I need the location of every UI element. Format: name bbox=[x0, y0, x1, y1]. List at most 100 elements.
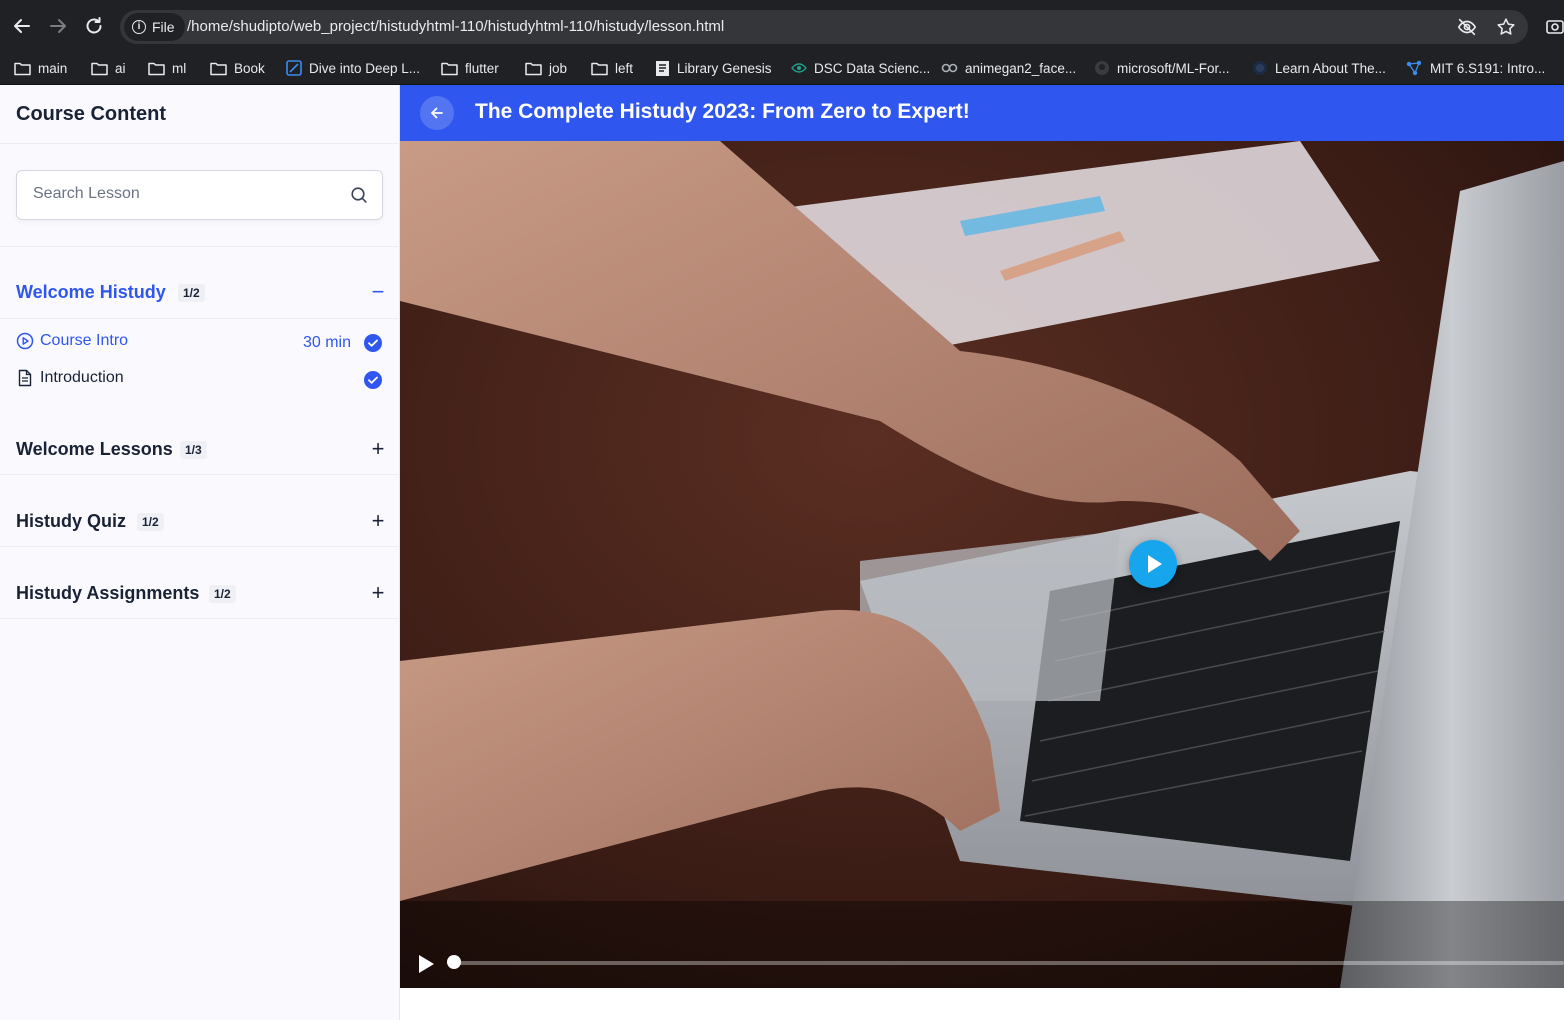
d2l-icon bbox=[286, 60, 302, 76]
bookmark-label: Book bbox=[234, 60, 265, 76]
network-icon bbox=[1406, 60, 1422, 76]
divider bbox=[0, 318, 400, 319]
bookmark-label: Learn About The... bbox=[1275, 60, 1386, 76]
bookmark-ai[interactable]: ai bbox=[91, 56, 126, 80]
bookmark-label: flutter bbox=[465, 60, 499, 76]
section-title: Histudy Quiz bbox=[16, 510, 127, 531]
bookmark-microsoft-ml[interactable]: microsoft/ML-For... bbox=[1094, 56, 1230, 80]
section-header-welcome-lessons[interactable]: Welcome Lessons 1/3 + bbox=[0, 429, 400, 469]
video-progress-handle[interactable] bbox=[447, 955, 461, 969]
star-icon[interactable] bbox=[1495, 16, 1517, 38]
bookmark-label: microsoft/ML-For... bbox=[1117, 60, 1230, 76]
bookmark-label: Library Genesis bbox=[677, 60, 772, 76]
folder-icon bbox=[148, 62, 165, 75]
bookmark-label: left bbox=[615, 60, 634, 76]
bookmark-label: job bbox=[549, 60, 568, 76]
section-header-histudy-assignments[interactable]: Histudy Assignments 1/2 + bbox=[0, 573, 400, 613]
play-circle-icon bbox=[16, 332, 34, 350]
address-bar[interactable]: i File /home/shudipto/web_project/histud… bbox=[120, 10, 1528, 44]
site-chip-label: File bbox=[152, 19, 175, 35]
bookmark-ml[interactable]: ml bbox=[148, 56, 186, 80]
lesson-item-introduction[interactable]: Introduction bbox=[16, 365, 386, 391]
divider bbox=[0, 618, 400, 619]
folder-icon bbox=[210, 62, 227, 75]
bookmark-learn-about[interactable]: Learn About The... bbox=[1252, 56, 1386, 80]
bookmarks-bar: main ai ml Book Dive into Deep L... flut… bbox=[0, 52, 1564, 85]
section-header-welcome-histudy[interactable]: Welcome Histudy 1/2 − bbox=[0, 272, 400, 312]
github-icon bbox=[1095, 61, 1109, 75]
camera-icon[interactable] bbox=[1546, 18, 1564, 34]
book-icon bbox=[656, 60, 669, 76]
url-text[interactable]: /home/shudipto/web_project/histudyhtml-1… bbox=[187, 18, 724, 35]
folder-icon bbox=[441, 62, 458, 75]
bookmark-animegan[interactable]: animegan2_face... bbox=[941, 56, 1076, 80]
bookmark-library-genesis[interactable]: Library Genesis bbox=[655, 56, 772, 80]
check-circle-icon bbox=[364, 371, 382, 389]
expand-icon[interactable]: + bbox=[370, 436, 386, 462]
section-header-histudy-quiz[interactable]: Histudy Quiz 1/2 + bbox=[0, 501, 400, 541]
forward-arrow-icon[interactable] bbox=[46, 14, 70, 38]
course-sidebar: Course Content Welcome Histudy 1/2 − Cou… bbox=[0, 85, 400, 1020]
bookmark-label: ml bbox=[172, 60, 187, 76]
video-player[interactable] bbox=[400, 141, 1564, 988]
divider bbox=[0, 143, 400, 144]
folder-icon bbox=[14, 62, 31, 75]
site-info-chip[interactable]: i File bbox=[124, 13, 185, 41]
bookmark-label: main bbox=[38, 60, 68, 76]
browser-toolbar: i File /home/shudipto/web_project/histud… bbox=[0, 0, 1564, 52]
eye-off-icon[interactable] bbox=[1456, 16, 1478, 38]
bookmark-book[interactable]: Book bbox=[210, 56, 265, 80]
section-count-badge: 1/2 bbox=[178, 284, 205, 302]
bookmark-mit[interactable]: MIT 6.S191: Intro... bbox=[1406, 56, 1545, 80]
section-title: Histudy Assignments bbox=[16, 582, 200, 603]
search-icon[interactable] bbox=[350, 186, 368, 204]
folder-icon bbox=[591, 62, 608, 75]
bookmark-dive-into-deep[interactable]: Dive into Deep L... bbox=[286, 56, 420, 80]
lesson-label: Course Intro bbox=[40, 332, 129, 349]
play-icon[interactable] bbox=[416, 953, 436, 975]
section-count-badge: 1/2 bbox=[137, 513, 164, 531]
sidebar-title: Course Content bbox=[16, 103, 166, 125]
bookmark-label: MIT 6.S191: Intro... bbox=[1430, 60, 1546, 76]
play-icon bbox=[1148, 555, 1162, 573]
course-title: The Complete Histudy 2023: From Zero to … bbox=[475, 100, 970, 123]
folder-icon bbox=[91, 62, 108, 75]
reload-icon[interactable] bbox=[82, 14, 106, 38]
video-thumbnail bbox=[400, 141, 1564, 988]
collapse-icon[interactable]: − bbox=[370, 279, 386, 305]
video-progress-track[interactable] bbox=[453, 961, 1564, 965]
info-icon: i bbox=[132, 20, 146, 34]
bookmark-label: DSC Data Scienc... bbox=[814, 60, 931, 76]
video-play-button[interactable] bbox=[1129, 540, 1177, 588]
bookmark-label: ai bbox=[115, 60, 126, 76]
colab-icon bbox=[941, 63, 958, 73]
expand-icon[interactable]: + bbox=[370, 580, 386, 606]
section-title: Welcome Lessons bbox=[16, 438, 173, 459]
bookmark-main[interactable]: main bbox=[14, 56, 67, 80]
expand-icon[interactable]: + bbox=[370, 508, 386, 534]
bookmark-dsc[interactable]: DSC Data Scienc... bbox=[791, 56, 930, 80]
section-title: Welcome Histudy bbox=[16, 281, 166, 302]
document-icon bbox=[18, 369, 32, 387]
bookmark-left[interactable]: left bbox=[591, 56, 633, 80]
section-count-badge: 1/2 bbox=[209, 585, 236, 603]
lesson-search-box[interactable] bbox=[16, 170, 383, 220]
eye-icon bbox=[791, 63, 807, 73]
bookmark-flutter[interactable]: flutter bbox=[441, 56, 499, 80]
arrow-left-icon bbox=[431, 107, 443, 119]
check-circle-icon bbox=[364, 334, 382, 352]
divider bbox=[0, 474, 400, 475]
divider bbox=[0, 546, 400, 547]
globe-icon bbox=[1253, 61, 1267, 75]
search-input[interactable] bbox=[33, 185, 333, 203]
section-count-badge: 1/3 bbox=[180, 441, 207, 459]
lesson-duration: 30 min bbox=[302, 334, 351, 351]
bookmark-label: animegan2_face... bbox=[965, 60, 1077, 76]
video-controls bbox=[400, 941, 1564, 988]
lesson-label: Introduction bbox=[40, 369, 124, 386]
course-header: The Complete Histudy 2023: From Zero to … bbox=[400, 85, 1564, 141]
lesson-item-course-intro[interactable]: Course Intro 30 min bbox=[16, 328, 386, 354]
back-button[interactable] bbox=[420, 96, 454, 130]
bookmark-job[interactable]: job bbox=[525, 56, 567, 80]
back-arrow-icon[interactable] bbox=[10, 14, 34, 38]
